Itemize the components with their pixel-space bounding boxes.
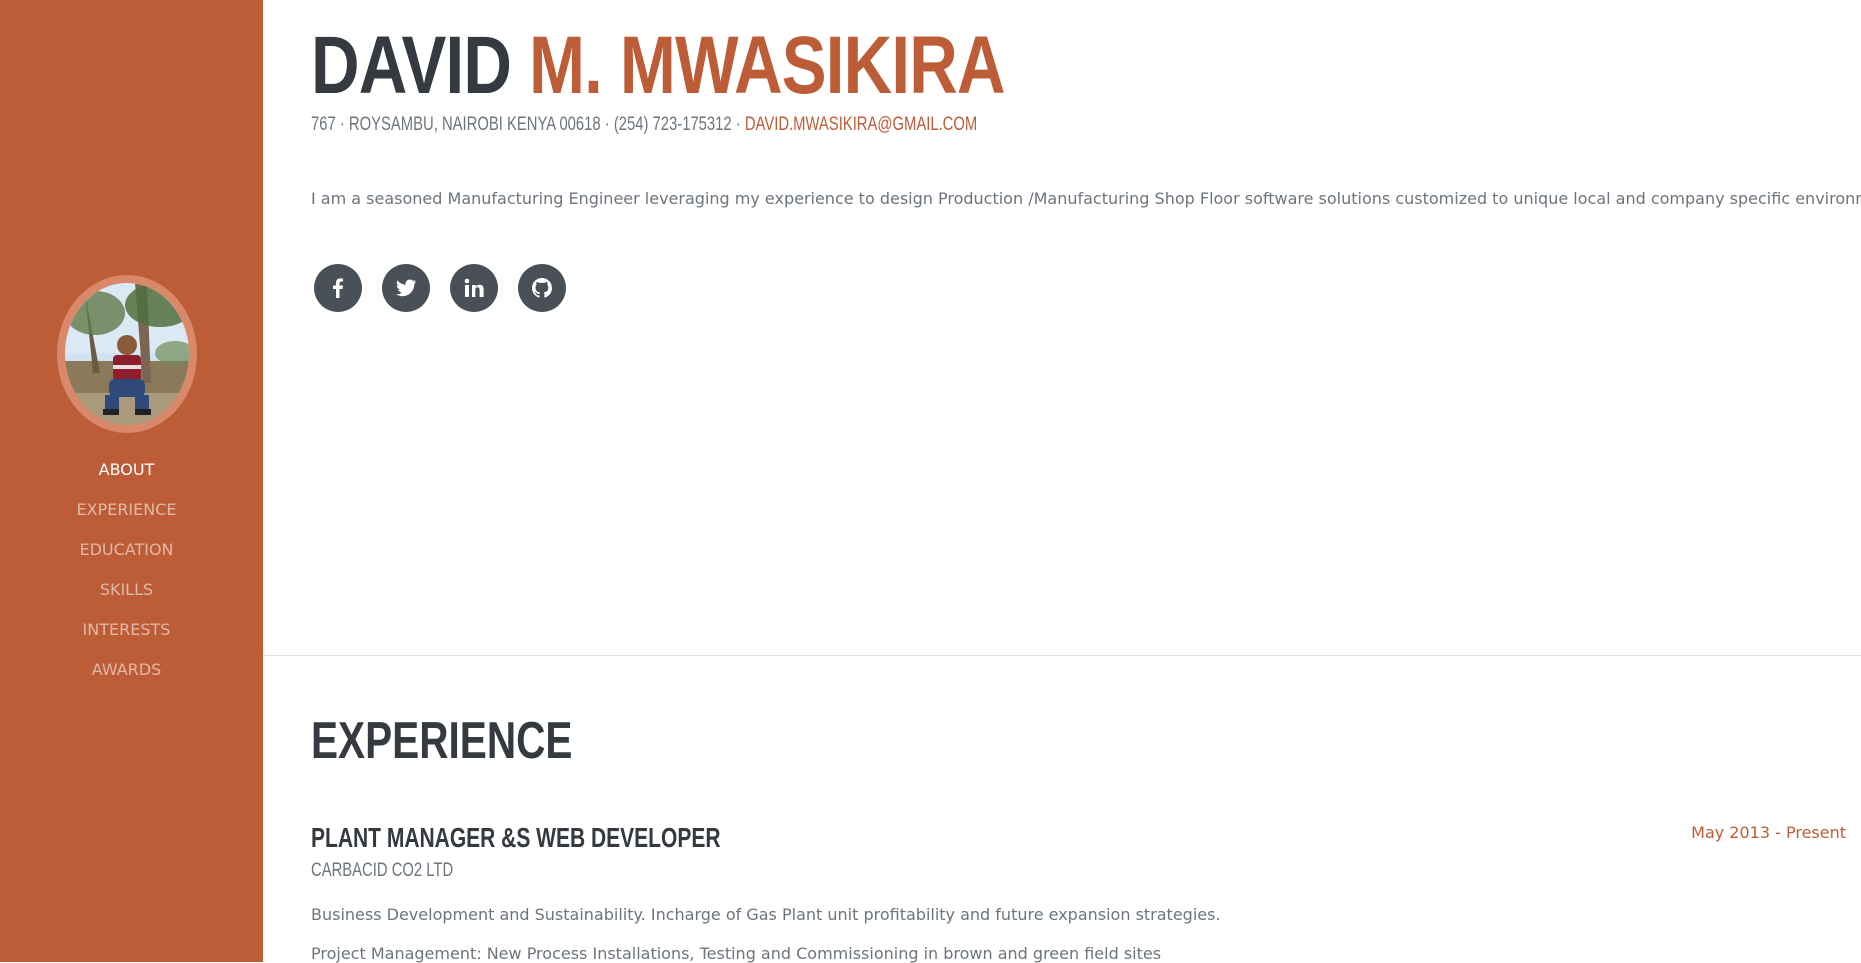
linkedin-icon[interactable] xyxy=(450,264,498,312)
facebook-icon[interactable] xyxy=(314,264,362,312)
nav-item-experience[interactable]: EXPERIENCE xyxy=(0,498,253,538)
nav-item-awards[interactable]: AWARDS xyxy=(0,658,253,698)
job-title: PLANT MANAGER &S WEB DEVELOPER xyxy=(311,822,721,853)
section-divider xyxy=(263,655,1861,656)
page-title: DAVID M. MWASIKIRA xyxy=(311,18,1006,114)
sidebar-nav: ABOUT EXPERIENCE EDUCATION SKILLS INTERE… xyxy=(0,458,253,698)
main-content: DAVID M. MWASIKIRA 767 · ROYSAMBU, NAIRO… xyxy=(263,0,1861,963)
email-link[interactable]: DAVID.MWASIKIRA@GMAIL.COM xyxy=(745,114,977,135)
nav-item-interests[interactable]: INTERESTS xyxy=(0,618,253,658)
experience-heading: EXPERIENCE xyxy=(311,712,573,770)
avatar-photo xyxy=(65,283,189,425)
avatar-frame xyxy=(57,275,197,433)
nav-item-skills[interactable]: SKILLS xyxy=(0,578,253,618)
job-company: CARBACID CO2 LTD xyxy=(311,860,454,881)
job-description: Business Development and Sustainability.… xyxy=(311,905,1221,924)
nav-item-about[interactable]: ABOUT xyxy=(0,458,253,498)
avatar xyxy=(65,283,189,425)
contact-line: 767 · ROYSAMBU, NAIROBI KENYA 00618 · (2… xyxy=(311,114,977,136)
job-description: Project Management: New Process Installa… xyxy=(311,944,1162,963)
nav-item-education[interactable]: EDUCATION xyxy=(0,538,253,578)
job-date: May 2013 - Present xyxy=(1691,823,1846,842)
about-lead: I am a seasoned Manufacturing Engineer l… xyxy=(311,189,1861,208)
first-name: DAVID xyxy=(311,20,512,111)
github-icon[interactable] xyxy=(518,264,566,312)
contact-info: 767 · ROYSAMBU, NAIROBI KENYA 00618 · (2… xyxy=(311,114,745,135)
last-name: M. MWASIKIRA xyxy=(528,20,1006,111)
sidebar: ABOUT EXPERIENCE EDUCATION SKILLS INTERE… xyxy=(0,0,263,962)
social-icons xyxy=(314,264,586,312)
twitter-icon[interactable] xyxy=(382,264,430,312)
